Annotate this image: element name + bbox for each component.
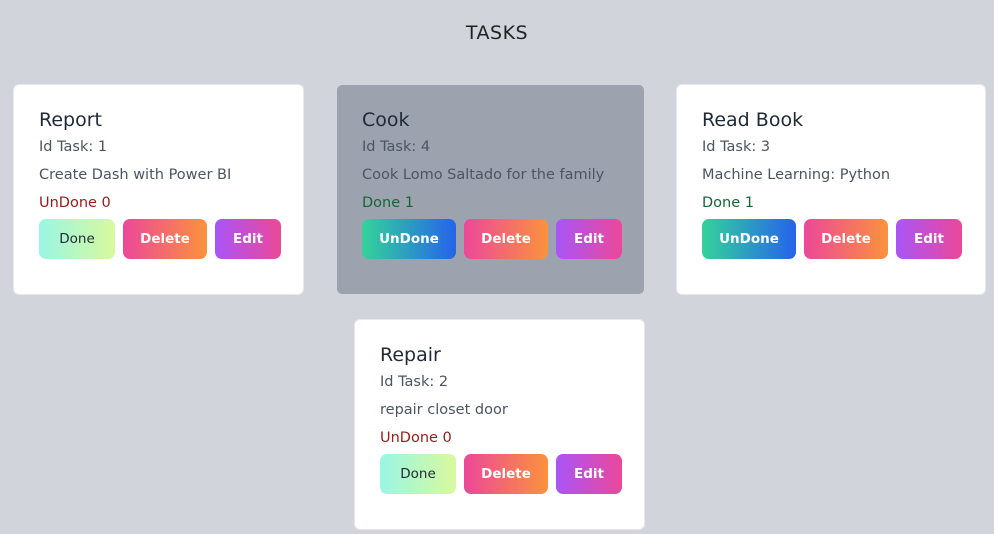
task-actions: Done Delete Edit <box>380 454 644 494</box>
done-button[interactable]: Done <box>39 219 115 259</box>
task-description: Create Dash with Power BI <box>39 167 232 183</box>
task-title: Read Book <box>702 109 804 131</box>
delete-button[interactable]: Delete <box>804 219 888 259</box>
task-id: Id Task: 2 <box>380 374 449 390</box>
task-actions: UnDone Delete Edit <box>362 219 644 259</box>
task-description: Cook Lomo Saltado for the family <box>362 167 605 183</box>
edit-button[interactable]: Edit <box>896 219 962 259</box>
undone-button[interactable]: UnDone <box>362 219 456 259</box>
delete-button[interactable]: Delete <box>123 219 207 259</box>
task-title: Cook <box>362 109 410 131</box>
edit-button[interactable]: Edit <box>215 219 281 259</box>
task-status: UnDone 0 <box>39 195 111 211</box>
task-id: Id Task: 4 <box>362 139 431 155</box>
edit-button[interactable]: Edit <box>556 454 622 494</box>
task-card-read-book: Read Book Id Task: 3 Machine Learning: P… <box>676 84 986 295</box>
task-description: Machine Learning: Python <box>702 167 891 183</box>
delete-button[interactable]: Delete <box>464 454 548 494</box>
task-title: Report <box>39 109 102 131</box>
delete-button[interactable]: Delete <box>464 219 548 259</box>
done-button[interactable]: Done <box>380 454 456 494</box>
undone-button[interactable]: UnDone <box>702 219 796 259</box>
task-id: Id Task: 1 <box>39 139 108 155</box>
task-status: Done 1 <box>702 195 754 211</box>
task-title: Repair <box>380 344 441 366</box>
task-status: UnDone 0 <box>380 430 452 446</box>
edit-button[interactable]: Edit <box>556 219 622 259</box>
page-title: TASKS <box>465 22 529 44</box>
task-id: Id Task: 3 <box>702 139 771 155</box>
task-card-cook: Cook Id Task: 4 Cook Lomo Saltado for th… <box>336 84 645 295</box>
task-description: repair closet door <box>380 402 508 418</box>
task-card-repair: Repair Id Task: 2 repair closet door UnD… <box>354 319 645 530</box>
task-actions: UnDone Delete Edit <box>702 219 985 259</box>
task-status: Done 1 <box>362 195 414 211</box>
task-card-report: Report Id Task: 1 Create Dash with Power… <box>13 84 304 295</box>
task-actions: Done Delete Edit <box>39 219 303 259</box>
